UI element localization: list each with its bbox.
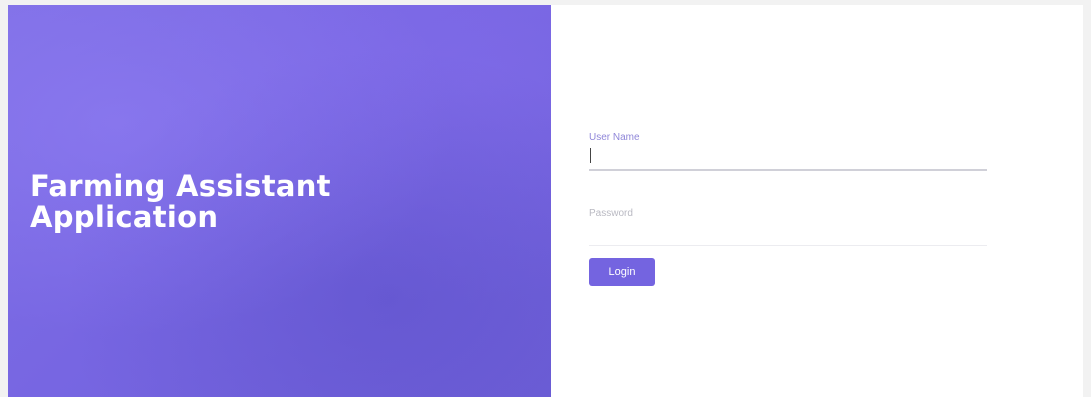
password-underline [589,245,987,246]
login-screen: Farming Assistant Application User Name … [0,0,1091,397]
app-title: Farming Assistant Application [30,171,331,233]
app-title-line-1: Farming Assistant [30,169,331,203]
login-panel: User Name Password Login [551,5,1083,397]
password-input[interactable] [589,223,987,245]
text-cursor [590,148,591,163]
username-input[interactable] [589,147,987,169]
username-label: User Name [589,132,640,143]
username-field: User Name [589,132,987,171]
login-button[interactable]: Login [589,258,655,286]
hero-banner: Farming Assistant Application [8,5,551,397]
password-label: Password [589,208,633,219]
username-underline [589,169,987,171]
password-field: Password [589,208,987,246]
app-title-line-2: Application [30,200,219,234]
